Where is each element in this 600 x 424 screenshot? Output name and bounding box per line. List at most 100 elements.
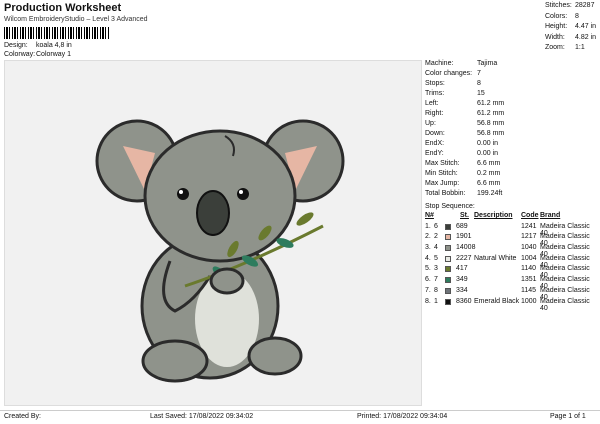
- cell-needle: 5: [434, 254, 438, 262]
- cell-needle: 1: [434, 297, 438, 305]
- machine-info-row: Max Stitch: 6.6 mm: [425, 160, 500, 167]
- cell-stitches: 334: [456, 286, 468, 294]
- machine-info-row: EndY: 0.00 in: [425, 150, 498, 157]
- machine-info-row: Trims: 15: [425, 90, 485, 97]
- machine-info-row: Min Stitch: 0.2 mm: [425, 170, 500, 177]
- summary-label: Width:: [545, 33, 565, 41]
- colorway-value: Colorway 1: [36, 51, 72, 58]
- cell-stitches: 1901: [456, 233, 472, 241]
- machine-info-row: Right: 61.2 mm: [425, 110, 504, 117]
- info-label: EndY:: [425, 150, 444, 157]
- cell-code: 1004: [521, 254, 537, 262]
- table-row: 3. 4 14008 1040 Madeira Classic 40: [425, 244, 597, 258]
- table-row: 4. 5 2227 Natural White 1004 Madeira Classic …: [425, 254, 597, 269]
- info-value: 6.6 mm: [477, 180, 501, 187]
- info-label: Machine:: [425, 60, 454, 67]
- cell-stitches: 2227: [456, 254, 472, 262]
- table-row: 6. 7 349 1351 Madeira Classic 40: [425, 276, 597, 290]
- info-value: 0.00 in: [477, 140, 499, 147]
- info-label: Left:: [425, 100, 439, 107]
- cell-needle: 6: [434, 222, 438, 230]
- info-value: 61.2 mm: [477, 100, 505, 107]
- cell-order: 8.: [425, 297, 431, 305]
- cell-brand: Madeira Classic 40: [540, 297, 590, 312]
- info-label: Max Stitch:: [425, 160, 460, 167]
- info-label: Max Jump:: [425, 180, 460, 187]
- color-swatch: [445, 298, 451, 305]
- info-label: Up:: [425, 120, 436, 127]
- design-label: Design:: [4, 42, 28, 49]
- machine-info-row: Left: 61.2 mm: [425, 100, 504, 107]
- cell-stitches: 349: [456, 276, 468, 284]
- summary-label: Colors:: [545, 12, 568, 20]
- info-value: 56.8 mm: [477, 120, 505, 127]
- machine-info-row: Color changes: 7: [425, 70, 481, 77]
- footer-divider: [0, 410, 600, 411]
- last-saved: Last Saved: 17/08/2022 09:34:02: [150, 413, 254, 420]
- cell-description: Emerald Black: [474, 297, 520, 305]
- info-value: Tajima: [477, 60, 498, 67]
- cell-order: 1.: [425, 222, 431, 230]
- table-row: 2. 2 1901 1217 Madeira Classic 40: [425, 233, 597, 247]
- cell-order: 3.: [425, 244, 431, 252]
- machine-info-row: Total Bobbin: 199.24ft: [425, 190, 502, 197]
- info-value: 199.24ft: [477, 190, 503, 197]
- cell-needle: 4: [434, 244, 438, 252]
- cell-order: 4.: [425, 254, 431, 262]
- table-row: 8. 1 8360 Emerald Black 1000 Madeira Classic …: [425, 297, 597, 312]
- printed-date: Printed: 17/08/2022 09:34:04: [357, 413, 448, 420]
- summary-label: Height:: [545, 23, 568, 30]
- info-value: 61.2 mm: [477, 110, 505, 117]
- summary-value: 4.82 in: [575, 33, 597, 41]
- created-by: Created By:: [4, 413, 41, 420]
- cell-code: 1000: [521, 297, 537, 305]
- cell-needle: 3: [434, 265, 438, 273]
- stop-sequence-title: Stop Sequence:: [425, 203, 475, 210]
- header-code: Code: [521, 212, 539, 219]
- info-value: 8: [477, 80, 481, 87]
- stop-sequence-table: N# St. Description Code Brand 1. 6 689 1241…: [425, 212, 597, 312]
- design-preview: [4, 60, 422, 406]
- colorway-row: Colorway:Colorway 1: [4, 51, 71, 58]
- cell-stitches: 8360: [456, 297, 472, 305]
- summary-row: Stitches: 28287: [545, 2, 594, 9]
- colorway-label: Colorway:: [4, 51, 36, 58]
- barcode: [4, 27, 110, 39]
- machine-info-row: Max Jump: 6.6 mm: [425, 180, 500, 187]
- design-value: koala 4,8 in: [36, 42, 72, 49]
- summary-value: 8: [575, 12, 579, 20]
- cell-code: 1145: [521, 286, 537, 294]
- cell-stitches: 689: [456, 222, 468, 230]
- color-swatch: [445, 223, 451, 230]
- summary-label: Stitches:: [545, 2, 572, 9]
- design-row: Design: koala 4,8 in: [4, 42, 72, 49]
- cell-code: 1217: [521, 233, 537, 241]
- info-value: 0.00 in: [477, 150, 499, 157]
- cell-code: 1140: [521, 265, 537, 273]
- header-n: N#: [425, 212, 434, 219]
- summary-row: Zoom: 1:1: [545, 44, 585, 51]
- cell-needle: 8: [434, 286, 438, 294]
- color-swatch: [445, 277, 451, 284]
- summary-row: Colors: 8: [545, 13, 579, 20]
- info-value: 15: [477, 90, 485, 97]
- info-label: EndX:: [425, 140, 445, 147]
- color-swatch: [445, 266, 451, 273]
- info-label: Down:: [425, 130, 445, 137]
- table-row: 5. 3 417 1140 Madeira Classic 40: [425, 265, 597, 279]
- cell-code: 1241: [521, 222, 537, 230]
- summary-value: 4.47 in: [575, 23, 597, 30]
- color-swatch: [445, 234, 451, 241]
- cell-order: 5.: [425, 265, 431, 273]
- cell-code: 1040: [521, 244, 537, 252]
- info-label: Total Bobbin:: [425, 190, 466, 197]
- machine-info-row: EndX: 0.00 in: [425, 140, 498, 147]
- summary-label: Zoom:: [545, 44, 565, 51]
- cell-code: 1351: [521, 276, 537, 284]
- info-label: Color changes:: [425, 70, 473, 77]
- table-header-row: N# St. Description Code Brand: [425, 212, 597, 223]
- summary-row: Width: 4.82 in: [545, 34, 596, 41]
- info-label: Stops:: [425, 80, 445, 87]
- cell-order: 7.: [425, 286, 431, 294]
- info-value: 56.8 mm: [477, 130, 505, 137]
